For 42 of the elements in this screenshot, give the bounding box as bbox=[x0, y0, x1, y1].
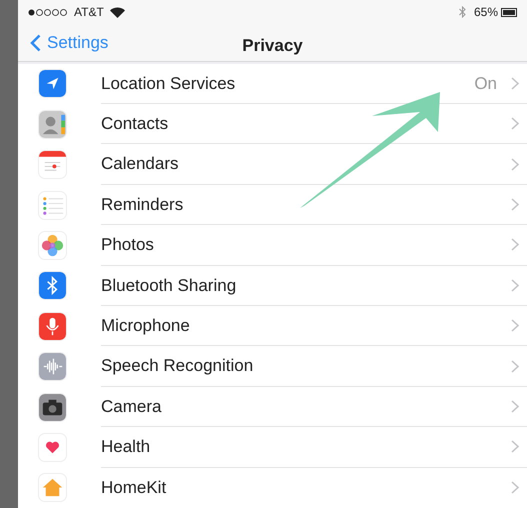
chevron-icon bbox=[511, 440, 519, 454]
row-label: Microphone bbox=[101, 314, 191, 337]
chevron-icon bbox=[511, 360, 519, 373]
row-label: Health bbox=[101, 436, 152, 458]
bluetooth-icon bbox=[458, 6, 466, 18]
chevron-icon bbox=[511, 198, 519, 212]
calendars-icon bbox=[38, 150, 67, 180]
chevron-icon bbox=[511, 158, 519, 171]
chevron-icon bbox=[511, 481, 519, 494]
contacts-icon bbox=[38, 110, 67, 139]
speech-icon bbox=[38, 352, 67, 382]
reminders-icon bbox=[38, 190, 67, 220]
chevron-icon bbox=[511, 319, 519, 332]
photos-icon bbox=[38, 230, 67, 260]
nav-title: Privacy bbox=[242, 34, 303, 57]
row-label: HomeKit bbox=[101, 477, 168, 500]
row-label: Speech Recognition bbox=[101, 355, 254, 378]
wifi-icon bbox=[110, 6, 125, 18]
chevron-icon bbox=[511, 238, 519, 252]
chevron-icon bbox=[511, 278, 519, 292]
row-label: Location Services bbox=[101, 72, 236, 95]
back-chevron-icon bbox=[30, 34, 41, 52]
microphone-icon bbox=[38, 312, 67, 341]
camera-icon bbox=[38, 392, 67, 422]
chevron-icon bbox=[511, 400, 519, 413]
location-icon bbox=[38, 69, 67, 98]
battery-icon bbox=[501, 8, 517, 17]
chevron-icon bbox=[511, 117, 519, 130]
row-label: Contacts bbox=[101, 113, 170, 136]
homekit-icon bbox=[38, 473, 67, 502]
bluetooth-icon bbox=[38, 271, 67, 300]
row-label: Bluetooth Sharing bbox=[101, 274, 238, 297]
row-value: On bbox=[474, 72, 497, 95]
signal-strength-icon bbox=[28, 8, 70, 16]
chevron-icon bbox=[511, 76, 519, 90]
battery-percentage: 65% bbox=[474, 4, 498, 22]
row-label: Calendars bbox=[101, 153, 180, 176]
row-label: Camera bbox=[101, 396, 162, 418]
health-icon bbox=[38, 432, 67, 462]
row-label: Reminders bbox=[101, 194, 184, 216]
row-label: Photos bbox=[101, 234, 155, 256]
carrier-name: AT&T bbox=[74, 4, 104, 22]
